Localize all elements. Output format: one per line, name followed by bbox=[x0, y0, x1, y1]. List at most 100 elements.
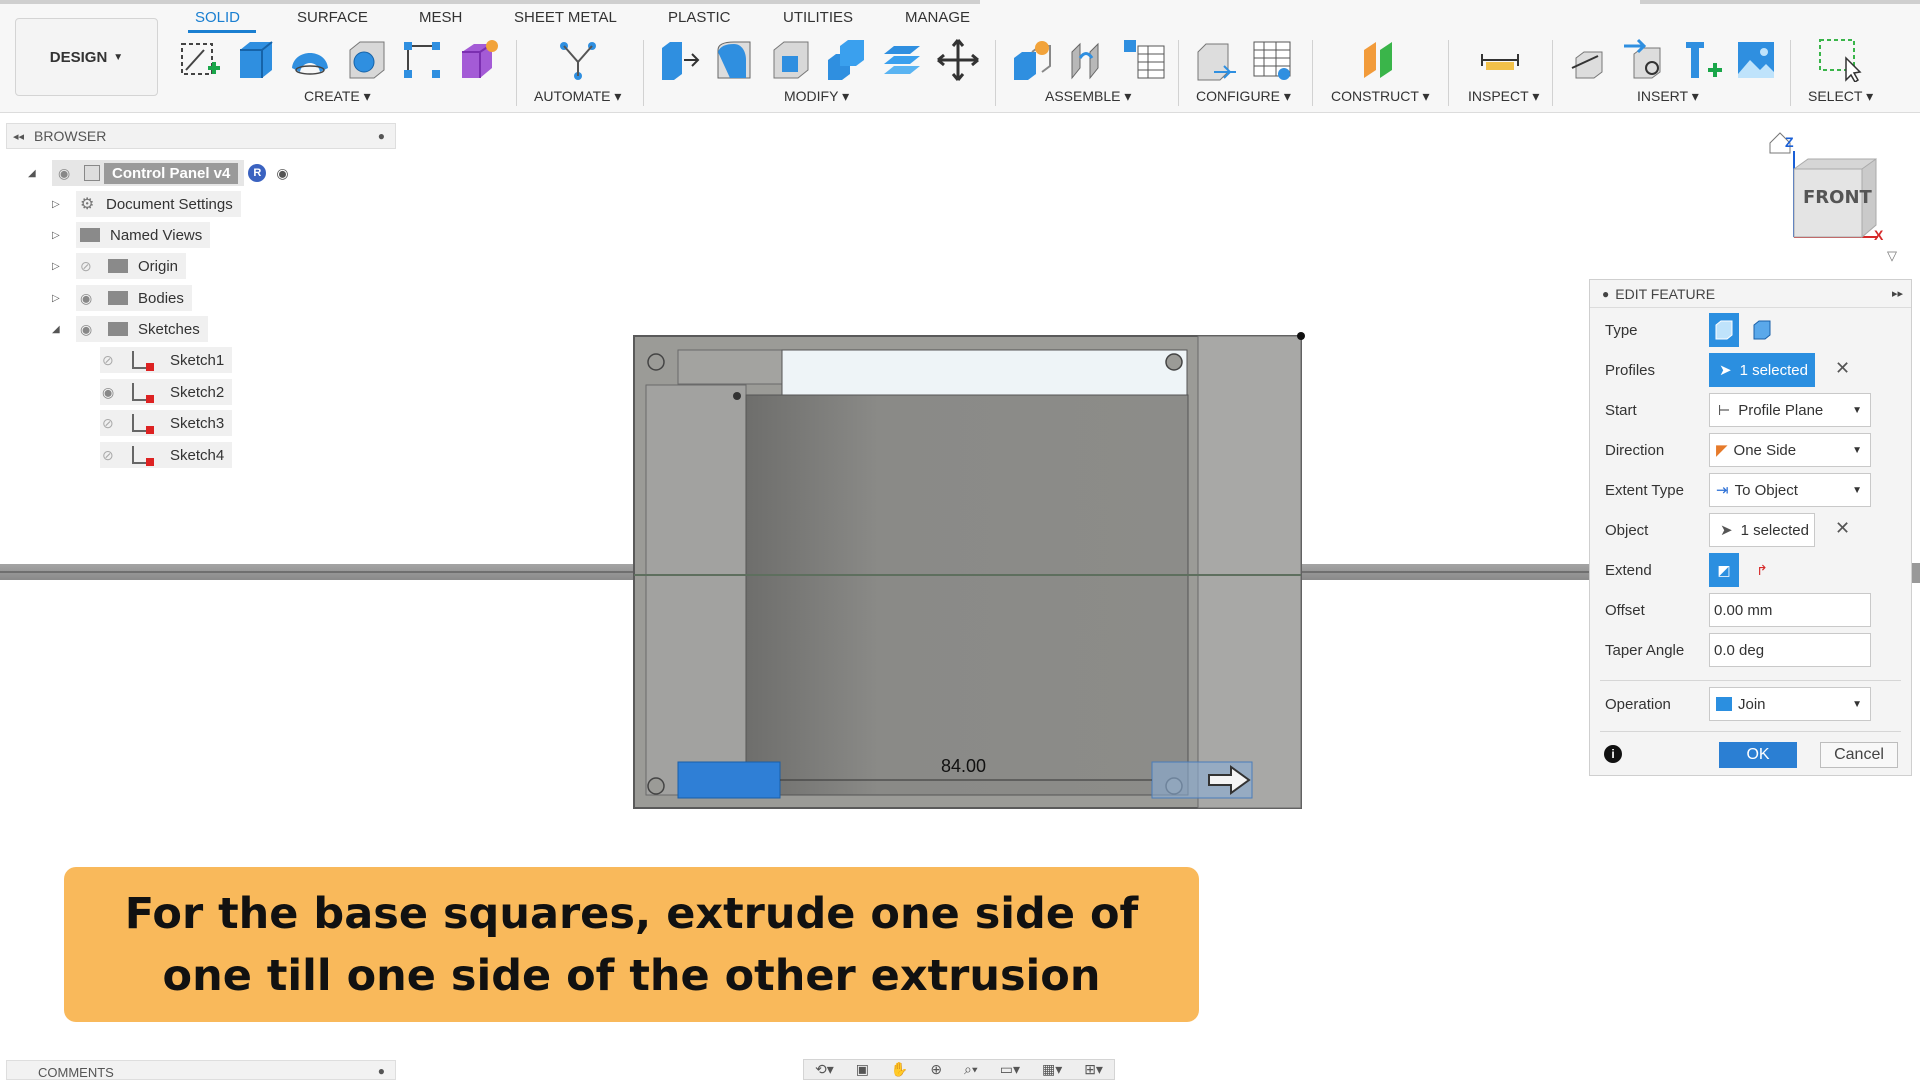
hidden-eye-icon[interactable]: ⊘ bbox=[80, 258, 108, 275]
viewcube-menu-icon[interactable]: ▽ bbox=[1887, 248, 1897, 264]
info-icon[interactable]: i bbox=[1604, 745, 1622, 763]
group-select[interactable]: SELECT ▾ bbox=[1808, 88, 1873, 105]
fit-icon[interactable]: ⌕▾ bbox=[964, 1061, 978, 1078]
expand-caret-icon[interactable]: ▷ bbox=[52, 199, 76, 210]
group-inspect[interactable]: INSPECT ▾ bbox=[1468, 88, 1539, 105]
insert-mcmaster-icon[interactable] bbox=[1680, 38, 1724, 82]
offset-plane-icon[interactable] bbox=[1358, 38, 1402, 82]
expand-caret-icon[interactable]: ▷ bbox=[52, 261, 76, 272]
extend-max-solution-button[interactable]: ↱ bbox=[1747, 553, 1777, 587]
visibility-eye-icon[interactable]: ◉ bbox=[80, 290, 108, 307]
extrude-icon[interactable] bbox=[232, 38, 276, 82]
expand-caret-icon[interactable]: ▷ bbox=[52, 293, 76, 304]
insert-canvas-icon[interactable] bbox=[1734, 38, 1778, 82]
object-select-button[interactable]: ➤ 1 selected bbox=[1709, 513, 1815, 547]
hidden-eye-icon[interactable]: ⊘ bbox=[102, 447, 132, 464]
comments-panel-header[interactable]: COMMENTS ● bbox=[6, 1060, 396, 1080]
tab-solid[interactable]: SOLID bbox=[195, 9, 240, 26]
replace-face-icon[interactable] bbox=[880, 38, 924, 82]
bom-table-icon[interactable] bbox=[1122, 38, 1166, 82]
tab-utilities[interactable]: UTILITIES bbox=[783, 9, 853, 26]
hole-icon[interactable] bbox=[344, 38, 388, 82]
automate-icon[interactable] bbox=[556, 38, 600, 82]
grid-settings-icon[interactable]: ▦▾ bbox=[1042, 1061, 1062, 1078]
ok-button[interactable]: OK bbox=[1719, 742, 1797, 768]
group-construct[interactable]: CONSTRUCT ▾ bbox=[1331, 88, 1430, 105]
configure-icon[interactable] bbox=[1194, 38, 1238, 82]
tree-item-sketches[interactable]: ◢ ◉ Sketches bbox=[52, 316, 208, 342]
visibility-eye-icon[interactable]: ◉ bbox=[102, 384, 132, 401]
taper-angle-input[interactable]: 0.0 deg bbox=[1709, 633, 1871, 667]
clear-object-icon[interactable]: ✕ bbox=[1835, 518, 1850, 539]
tree-item-bodies[interactable]: ▷ ◉ Bodies bbox=[52, 285, 192, 311]
combine-icon[interactable] bbox=[824, 38, 868, 82]
tree-root[interactable]: ◢ ◉ Control Panel v4 R ◉ bbox=[28, 160, 289, 186]
shell-icon[interactable] bbox=[768, 38, 812, 82]
offset-input[interactable]: 0.00 mm bbox=[1709, 593, 1871, 627]
design-workspace-button[interactable]: DESIGN ▼ bbox=[15, 18, 158, 96]
group-insert[interactable]: INSERT ▾ bbox=[1637, 88, 1699, 105]
direction-dropdown[interactable]: ◤ One Side ▼ bbox=[1709, 433, 1871, 467]
viewports-icon[interactable]: ⊞▾ bbox=[1084, 1061, 1103, 1078]
pan-icon[interactable]: ✋ bbox=[891, 1061, 908, 1078]
group-create[interactable]: CREATE ▾ bbox=[304, 88, 371, 105]
fillet-icon[interactable] bbox=[712, 38, 756, 82]
visibility-eye-icon[interactable]: ◉ bbox=[80, 321, 108, 338]
cancel-button[interactable]: Cancel bbox=[1820, 742, 1898, 768]
visibility-eye-icon[interactable]: ◉ bbox=[58, 165, 84, 182]
hidden-eye-icon[interactable]: ⊘ bbox=[102, 415, 132, 432]
browser-pin-icon[interactable]: ● bbox=[378, 129, 385, 143]
activate-radio-icon[interactable]: ◉ bbox=[276, 165, 288, 182]
viewcube-front-face[interactable]: FRONT bbox=[1803, 187, 1872, 208]
measure-icon[interactable] bbox=[1478, 38, 1522, 82]
collapse-caret-icon[interactable]: ◢ bbox=[52, 324, 76, 335]
model-body[interactable] bbox=[630, 330, 1310, 816]
expand-panel-icon[interactable]: ▸▸ bbox=[1892, 287, 1903, 300]
tree-item-sketch3[interactable]: ⊘ Sketch3 bbox=[100, 410, 233, 436]
extend-min-solution-button[interactable]: ◩ bbox=[1709, 553, 1739, 587]
type-solid-button[interactable] bbox=[1709, 313, 1739, 347]
tree-item-sketch2[interactable]: ◉ Sketch2 bbox=[100, 379, 233, 405]
group-configure[interactable]: CONFIGURE ▾ bbox=[1196, 88, 1291, 105]
group-automate[interactable]: AUTOMATE ▾ bbox=[534, 88, 621, 105]
group-assemble[interactable]: ASSEMBLE ▾ bbox=[1045, 88, 1131, 105]
tree-item-named-views[interactable]: ▷ Named Views bbox=[52, 222, 211, 248]
tree-item-sketch4[interactable]: ⊘ Sketch4 bbox=[100, 442, 233, 468]
tab-sheet-metal[interactable]: SHEET METAL bbox=[514, 9, 617, 26]
operation-dropdown[interactable]: Join ▼ bbox=[1709, 687, 1871, 721]
collapse-caret-icon[interactable]: ◢ bbox=[28, 168, 52, 179]
profiles-select-button[interactable]: ➤ 1 selected bbox=[1709, 353, 1815, 387]
new-component-icon[interactable] bbox=[1010, 38, 1054, 82]
joint-icon[interactable] bbox=[1066, 38, 1110, 82]
insert-derive-icon[interactable] bbox=[1568, 38, 1612, 82]
configuration-table-icon[interactable] bbox=[1250, 38, 1294, 82]
create-sketch-icon[interactable] bbox=[178, 38, 222, 82]
hidden-eye-icon[interactable]: ⊘ bbox=[102, 352, 132, 369]
dimension-label[interactable]: 84.00 bbox=[941, 756, 986, 777]
extent-type-dropdown[interactable]: ⇥ To Object ▼ bbox=[1709, 473, 1871, 507]
select-window-icon[interactable] bbox=[1818, 38, 1862, 82]
start-dropdown[interactable]: ⊢ Profile Plane ▼ bbox=[1709, 393, 1871, 427]
zoom-icon[interactable]: ⊕ bbox=[930, 1061, 942, 1078]
look-at-icon[interactable]: ▣ bbox=[856, 1061, 869, 1078]
tab-plastic[interactable]: PLASTIC bbox=[668, 9, 731, 26]
press-pull-icon[interactable] bbox=[656, 38, 700, 82]
tree-item-origin[interactable]: ▷ ⊘ Origin bbox=[52, 253, 187, 279]
collapse-browser-icon[interactable]: ◂◂ bbox=[13, 130, 24, 143]
tab-mesh[interactable]: MESH bbox=[419, 9, 462, 26]
insert-mesh-icon[interactable] bbox=[1622, 38, 1666, 82]
collapse-panel-icon[interactable]: ● bbox=[1602, 287, 1609, 301]
comments-pin-icon[interactable]: ● bbox=[378, 1064, 385, 1078]
revolve-icon[interactable] bbox=[288, 38, 332, 82]
display-settings-icon[interactable]: ▭▾ bbox=[1000, 1061, 1020, 1078]
create-form-icon[interactable] bbox=[456, 38, 500, 82]
type-thin-button[interactable] bbox=[1747, 313, 1777, 347]
group-modify[interactable]: MODIFY ▾ bbox=[784, 88, 849, 105]
tree-item-document-settings[interactable]: ▷ ⚙ Document Settings bbox=[52, 191, 241, 217]
extrude-direction-arrow-icon[interactable] bbox=[1205, 763, 1255, 797]
move-icon[interactable] bbox=[936, 38, 980, 82]
clear-profiles-icon[interactable]: ✕ bbox=[1835, 358, 1850, 379]
tree-item-sketch1[interactable]: ⊘ Sketch1 bbox=[100, 347, 233, 373]
tab-surface[interactable]: SURFACE bbox=[297, 9, 368, 26]
tab-manage[interactable]: MANAGE bbox=[905, 9, 970, 26]
